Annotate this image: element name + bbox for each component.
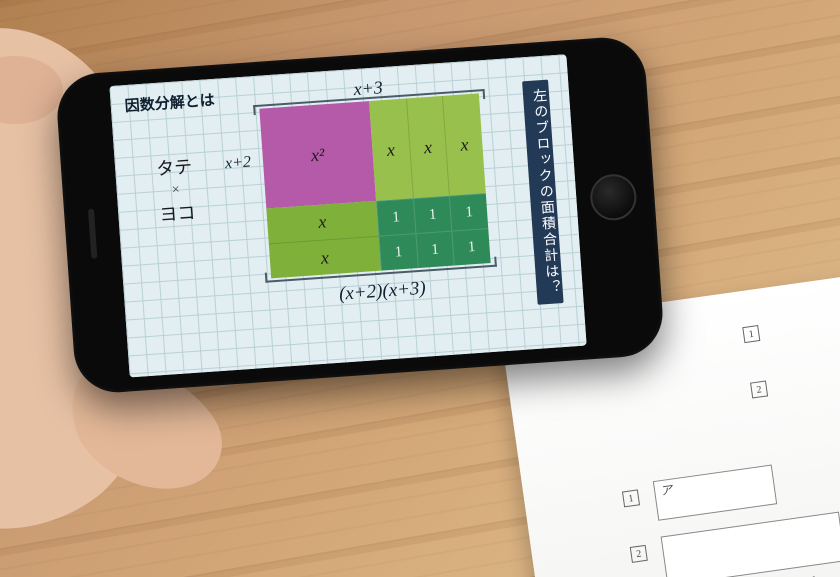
expression-label: a+b (797, 573, 819, 577)
phone-screen[interactable]: 因数分解とは タテ × ヨコ x+3 x+2 x² (109, 54, 586, 377)
answer-box (661, 512, 840, 577)
tate-yoko-label: タテ × ヨコ (129, 154, 224, 229)
cell-2x-left: x x (266, 201, 381, 279)
problem-number: 2 (630, 545, 648, 563)
area-model-grid: x² x x x x x (259, 93, 490, 278)
cell-x-squared: x² (259, 101, 376, 208)
left-expression: x+2 (225, 153, 252, 173)
problem-number: 2 (750, 380, 768, 398)
home-button[interactable] (589, 173, 638, 222)
problem-number: 1 (742, 325, 760, 343)
cell-constants: 1 1 1 1 1 1 (376, 193, 491, 271)
phone-speaker (88, 209, 97, 259)
problem-number: 1 (622, 489, 640, 507)
question-banner: 左のブロックの面積合計は？ (522, 80, 564, 305)
smartphone: 因数分解とは タテ × ヨコ x+3 x+2 x² (55, 35, 666, 395)
box-label: ア (659, 481, 673, 500)
cell-3x-top: x x x (369, 93, 486, 200)
lesson-title: 因数分解とは (124, 89, 215, 116)
